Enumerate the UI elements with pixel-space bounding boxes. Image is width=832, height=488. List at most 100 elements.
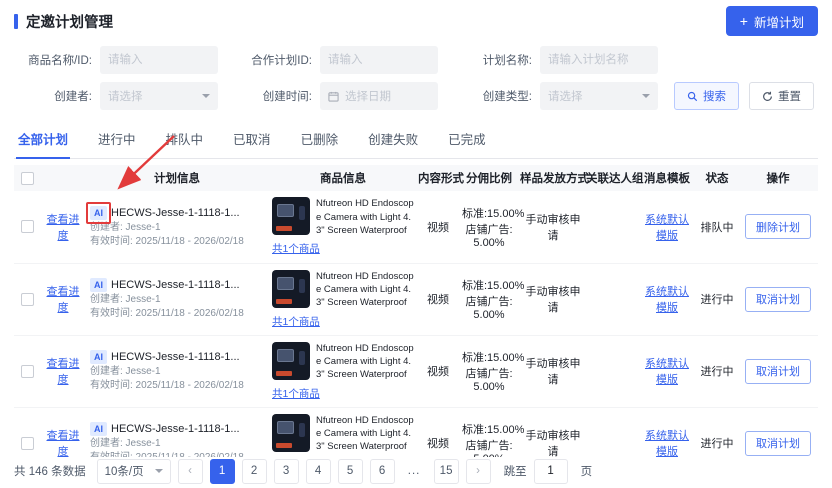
delete-plan-button[interactable]: 删除计划 [745,214,811,239]
cancel-plan-button[interactable]: 取消计划 [745,359,811,384]
content-type: 视频 [418,263,458,335]
plan-info-header: 计划信息 [86,165,268,191]
view-progress-link[interactable]: 查看进度 [47,430,80,458]
product-title: Nfutreon HD Endoscope Camera with Light … [316,414,414,455]
content-type: 视频 [418,335,458,407]
product-thumbnail [272,270,310,308]
filter-row-2: 创建者: 请选择 创建时间: 选择日期 创建类型: 请选择 [14,82,818,110]
table-row: 查看进度 AI HECWS-Jesse-1-1118-1... 创建者: Jes… [14,263,818,335]
table-header-row: 计划信息 商品信息 内容形式 分佣比例 样品发放方式 关联达人组 消息模板 状态… [14,165,818,191]
message-template-link[interactable]: 系统默认模版 [645,286,689,314]
row-checkbox[interactable] [21,365,34,378]
product-count-link[interactable]: 共1个商品 [272,314,320,329]
tab-create-failed[interactable]: 创建失败 [366,122,420,158]
search-button[interactable]: 搜索 [674,82,739,110]
plan-creator: 创建者: Jesse-1 [90,365,264,379]
page-title: 定邀计划管理 [14,11,113,32]
status-header: 状态 [696,165,738,191]
prev-page-button[interactable]: ‹ [178,459,203,484]
page-size-value: 10条/页 [105,463,144,479]
product-id-input[interactable] [100,46,218,74]
chevron-right-icon: › [476,465,480,477]
plan-creator: 创建者: Jesse-1 [90,293,264,307]
tab-completed[interactable]: 已完成 [446,122,488,158]
tab-queued[interactable]: 排队中 [164,122,206,158]
sample-method-header: 样品发放方式 [520,165,586,191]
talent-group [586,191,638,263]
product-count-link[interactable]: 共1个商品 [272,241,320,256]
page-button-4[interactable]: 4 [306,459,331,484]
product-thumbnail [272,197,310,235]
page-title-text: 定邀计划管理 [26,11,113,32]
page-button-1[interactable]: 1 [210,459,235,484]
filter-product: 商品名称/ID: [14,46,218,74]
page-button-2[interactable]: 2 [242,459,267,484]
message-template-link[interactable]: 系统默认模版 [645,430,689,458]
talent-group [586,335,638,407]
create-time-label: 创建时间: [234,88,312,104]
view-progress-link[interactable]: 查看进度 [47,358,80,386]
search-icon [687,91,698,102]
row-checkbox[interactable] [21,293,34,306]
create-type-label: 创建类型: [454,88,532,104]
coop-plan-id-input[interactable] [320,46,438,74]
row-checkbox[interactable] [21,220,34,233]
jump-page-suffix: 页 [581,463,593,479]
commission-header: 分佣比例 [458,165,520,191]
select-all-checkbox[interactable] [21,172,34,185]
filter-row-1: 商品名称/ID: 合作计划ID: 计划名称: [14,46,818,74]
commission-standard: 标准:15.00% [462,421,516,437]
creator-select[interactable]: 请选择 [100,82,218,110]
date-placeholder: 选择日期 [345,88,391,104]
commission-standard: 标准:15.00% [462,349,516,365]
plus-icon: + [740,14,748,28]
creator-label: 创建者: [14,88,92,104]
sample-method: 手动审核申请 [520,335,586,407]
page-size-select[interactable]: 10条/页 [97,459,171,484]
filter-create-type: 创建类型: 请选择 [454,82,658,110]
commission-shop-ad: 店铺广告:5.00% [462,293,516,321]
plan-valid-time: 有效时间: 2025/11/18 - 2026/02/18 [90,307,264,321]
page-button-15[interactable]: 15 [434,459,459,484]
reset-icon [762,91,773,102]
tab-in-progress[interactable]: 进行中 [96,122,138,158]
content-type-header: 内容形式 [418,165,458,191]
create-type-select[interactable]: 请选择 [540,82,658,110]
page-button-6[interactable]: 6 [370,459,395,484]
plan-creator: 创建者: Jesse-1 [90,437,264,451]
jump-page-input[interactable] [534,459,568,484]
next-page-button[interactable]: › [466,459,491,484]
page-button-3[interactable]: 3 [274,459,299,484]
sample-method: 手动审核申请 [520,263,586,335]
create-time-date-picker[interactable]: 选择日期 [320,82,438,110]
message-template-link[interactable]: 系统默认模版 [645,214,689,242]
add-plan-button[interactable]: + 新增计划 [726,6,818,36]
page-button-5[interactable]: 5 [338,459,363,484]
action-header: 操作 [738,165,818,191]
tab-deleted[interactable]: 已删除 [299,122,341,158]
content-type: 视频 [418,191,458,263]
tab-all-plans[interactable]: 全部计划 [16,122,70,159]
table-row: 查看进度 AI HECWS-Jesse-1-1118-1... 创建者: Jes… [14,191,818,263]
calendar-icon [328,91,339,102]
table-row: 查看进度 AI HECWS-Jesse-1-1118-1... 创建者: Jes… [14,335,818,407]
talent-group [586,263,638,335]
tab-cancelled[interactable]: 已取消 [231,122,273,158]
product-count-link[interactable]: 共1个商品 [272,386,320,401]
message-template-link[interactable]: 系统默认模版 [645,358,689,386]
view-progress-link[interactable]: 查看进度 [47,214,80,242]
product-title: Nfutreon HD Endoscope Camera with Light … [316,270,414,311]
view-progress-link[interactable]: 查看进度 [47,286,80,314]
plan-management-page: 定邀计划管理 + 新增计划 商品名称/ID: 合作计划ID: 计划名称: 创建者 [0,0,832,488]
reset-button[interactable]: 重置 [749,82,814,110]
talent-group-header: 关联达人组 [586,165,638,191]
jump-to-label: 跳至 [504,463,527,479]
plan-name-input[interactable] [540,46,658,74]
row-checkbox[interactable] [21,437,34,450]
page-ellipsis[interactable]: ... [402,459,427,484]
product-title: Nfutreon HD Endoscope Camera with Light … [316,197,414,238]
cancel-plan-button[interactable]: 取消计划 [745,287,811,312]
cancel-plan-button[interactable]: 取消计划 [745,431,811,456]
status-tabs: 全部计划 进行中 排队中 已取消 已删除 创建失败 已完成 [14,122,818,159]
filter-panel: 商品名称/ID: 合作计划ID: 计划名称: 创建者: 请选择 创建时间 [14,40,818,120]
